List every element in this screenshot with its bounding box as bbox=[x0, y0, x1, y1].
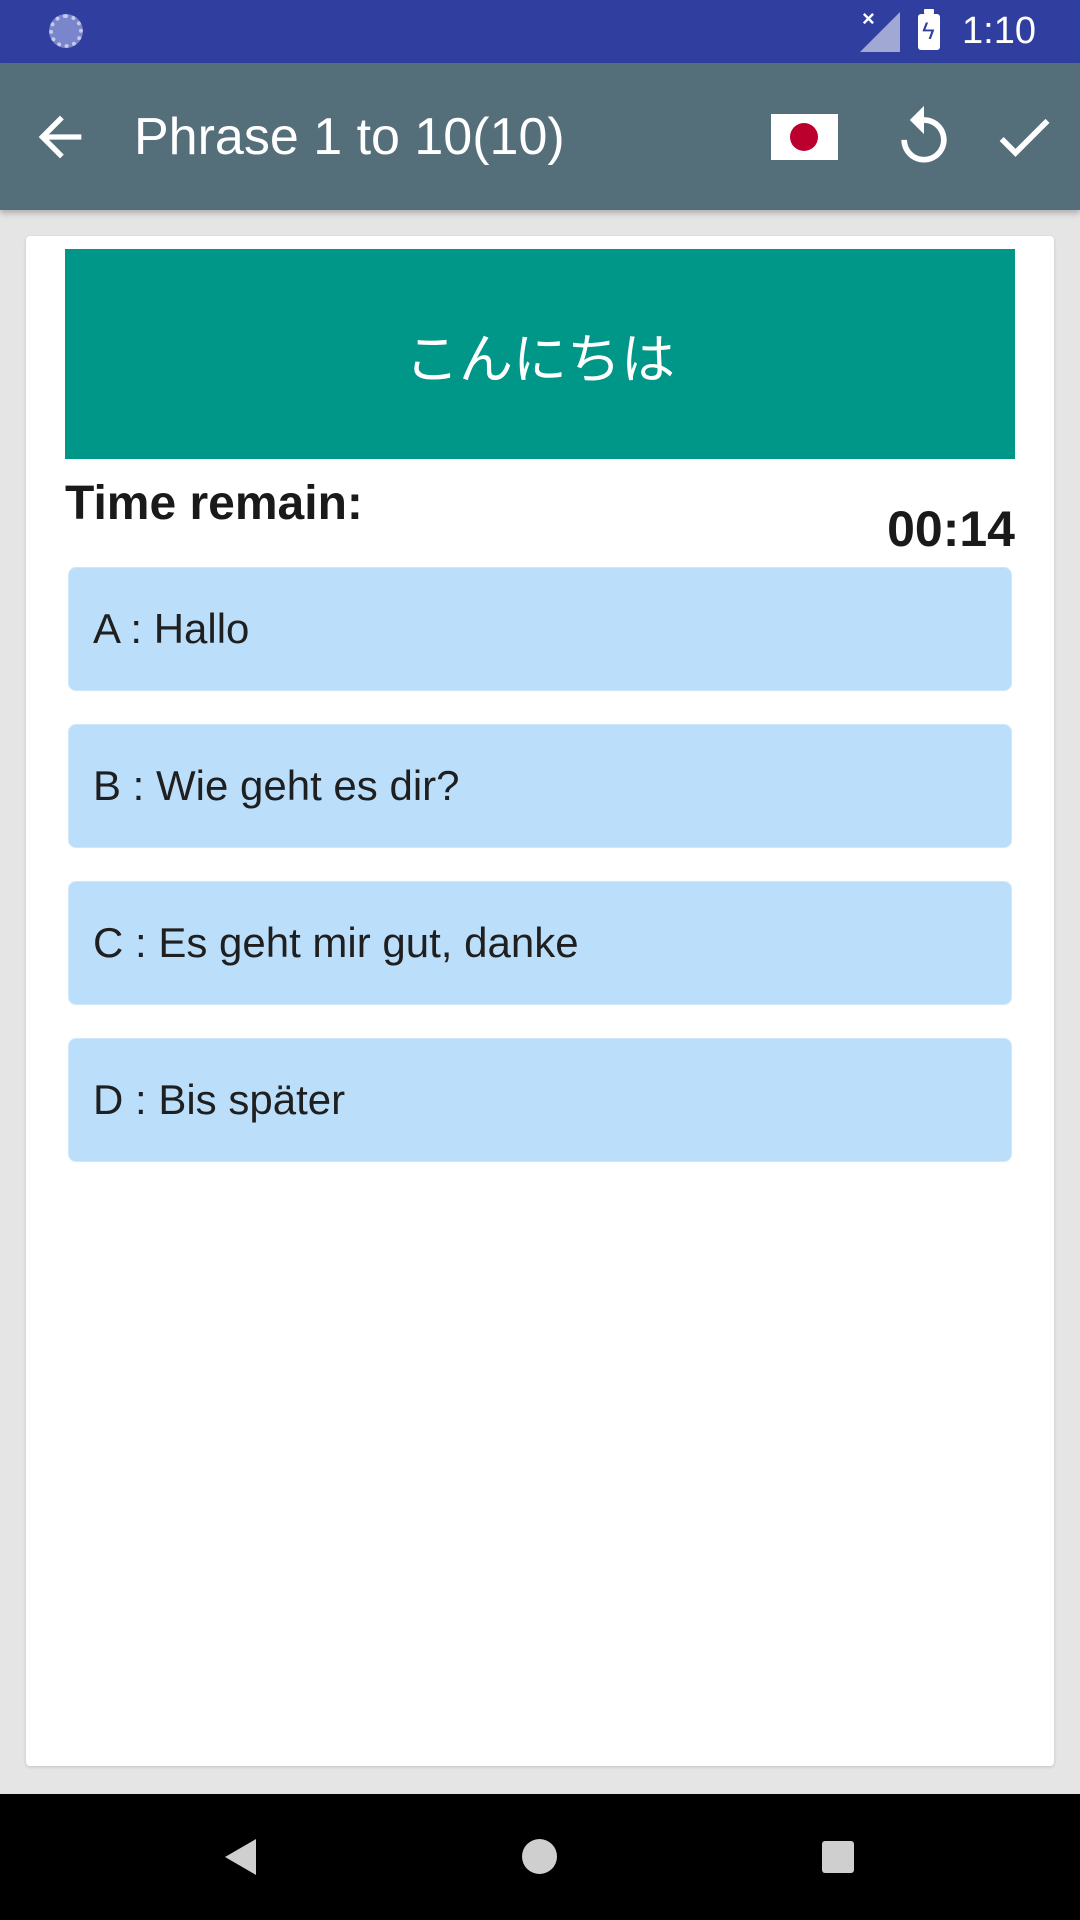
navigation-bar bbox=[0, 1794, 1080, 1920]
answer-options: A : Hallo B : Wie geht es dir? C : Es ge… bbox=[68, 567, 1012, 1195]
option-b-button[interactable]: B : Wie geht es dir? bbox=[68, 724, 1012, 848]
reset-icon[interactable] bbox=[890, 103, 958, 171]
nav-home-icon[interactable] bbox=[522, 1839, 557, 1874]
sync-icon bbox=[49, 14, 83, 48]
quiz-card: こんにちは Time remain: 00:14 A : Hallo B : W… bbox=[26, 236, 1054, 1766]
option-d-button[interactable]: D : Bis später bbox=[68, 1038, 1012, 1162]
option-a-button[interactable]: A : Hallo bbox=[68, 567, 1012, 691]
status-bar: × ϟ 1:10 bbox=[0, 0, 1080, 63]
option-c-button[interactable]: C : Es geht mir gut, danke bbox=[68, 881, 1012, 1005]
question-box: こんにちは bbox=[65, 249, 1015, 459]
page-title: Phrase 1 to 10(10) bbox=[134, 108, 565, 166]
signal-icon: × bbox=[860, 6, 901, 52]
timer-label: Time remain: bbox=[65, 477, 363, 530]
back-arrow-icon[interactable] bbox=[28, 105, 92, 169]
japan-flag-icon[interactable] bbox=[771, 114, 838, 160]
nav-recent-icon[interactable] bbox=[822, 1841, 854, 1873]
nav-back-icon[interactable] bbox=[225, 1839, 256, 1875]
status-right: × ϟ 1:10 bbox=[860, 0, 1080, 63]
status-time: 1:10 bbox=[962, 10, 1036, 52]
check-icon[interactable] bbox=[990, 103, 1058, 171]
app-bar: Phrase 1 to 10(10) bbox=[0, 63, 1080, 210]
timer-value: 00:14 bbox=[887, 501, 1015, 557]
battery-charging-icon: ϟ bbox=[918, 8, 941, 50]
